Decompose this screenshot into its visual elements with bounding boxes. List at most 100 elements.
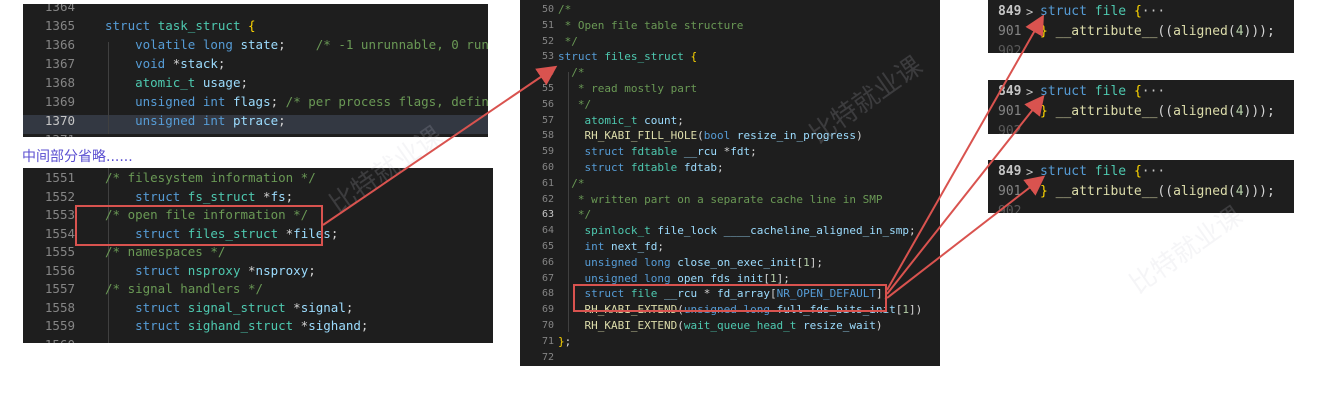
line-number: 849 bbox=[998, 164, 1022, 179]
code-token: sighand_struct bbox=[187, 318, 294, 333]
highlight-box-fd-array bbox=[573, 284, 887, 312]
code-token: /* per process flags, defined bbox=[285, 94, 488, 109]
fold-chevron-icon[interactable]: > bbox=[1026, 82, 1033, 102]
code-token: struct bbox=[135, 299, 181, 315]
code-token: fdt bbox=[730, 145, 751, 159]
fold-chevron-icon[interactable]: > bbox=[1026, 162, 1033, 182]
code-line: 1552 struct fs_struct *fs; bbox=[23, 188, 493, 206]
code-token: open_fds_init bbox=[677, 271, 764, 285]
code-line: 1365 struct task_struct { bbox=[23, 16, 488, 35]
line-number: 66 bbox=[541, 256, 554, 268]
code-token: (( bbox=[1157, 24, 1174, 39]
line-number: 1365 bbox=[44, 18, 75, 33]
code-token: unsigned bbox=[135, 94, 196, 109]
code-panel-struct-file-3: 849 struct file {··· >901} __attribute__((… bbox=[988, 160, 1294, 213]
code-token: /* signal handlers */ bbox=[105, 281, 264, 296]
code-token: __attribute__ bbox=[1055, 24, 1158, 39]
code-token: ; bbox=[750, 145, 757, 159]
code-token: * Open file table structure bbox=[558, 18, 744, 32]
code-token: resize_wait bbox=[803, 319, 876, 332]
code-token: file bbox=[1094, 4, 1127, 19]
line-number: 68 bbox=[541, 288, 554, 300]
line-number: 54 bbox=[541, 67, 554, 79]
code-text: spinlock_t file_lock ____cacheline_align… bbox=[558, 223, 916, 239]
code-token: ··· bbox=[1141, 4, 1166, 19]
code-line: 902 bbox=[988, 202, 1294, 213]
line-number: 849 bbox=[998, 4, 1022, 19]
code-token: * read mostly part bbox=[558, 82, 698, 95]
code-token: aligned bbox=[1173, 24, 1228, 39]
code-token: task_struct bbox=[157, 18, 241, 33]
code-line: 901} __attribute__((aligned(4))); bbox=[988, 182, 1294, 202]
line-number: 1559 bbox=[44, 318, 75, 333]
code-token: /* namespaces */ bbox=[105, 244, 226, 259]
code-line: 902 bbox=[988, 42, 1294, 53]
code-line: 901} __attribute__((aligned(4))); bbox=[988, 22, 1294, 42]
code-token: struct bbox=[105, 18, 151, 33]
code-text: struct fdtable __rcu *fdt; bbox=[558, 144, 757, 160]
line-number: 67 bbox=[541, 272, 554, 284]
code-token: /* bbox=[558, 176, 585, 190]
line-number: 1368 bbox=[44, 75, 75, 90]
code-token: { bbox=[1133, 84, 1142, 99]
code-token: ; bbox=[240, 75, 249, 90]
code-text: }; bbox=[558, 334, 571, 350]
code-text: atomic_t count; bbox=[558, 113, 684, 129]
code-token: ptrace bbox=[232, 113, 279, 128]
code-token: 4 bbox=[1235, 24, 1244, 39]
line-number: 1554 bbox=[44, 225, 75, 241]
line-number: 902 bbox=[998, 204, 1022, 213]
code-text: /* bbox=[558, 2, 571, 18]
code-panel-struct-file-2: 849 struct file {··· >901} __attribute__((… bbox=[988, 80, 1294, 134]
code-token: struct bbox=[1040, 164, 1087, 179]
code-line: 1560 bbox=[23, 336, 493, 344]
fold-chevron-icon[interactable]: > bbox=[1026, 2, 1033, 22]
code-token: RH_KABI_EXTEND bbox=[584, 319, 678, 332]
code-token: fdtable bbox=[630, 145, 678, 159]
code-token: ··· bbox=[1141, 84, 1166, 99]
line-number: 1371 bbox=[23, 130, 75, 137]
line-number: 57 bbox=[541, 114, 554, 126]
code-token: struct bbox=[135, 188, 181, 204]
code-text: volatile long state; /* -1 unrunnable, 0… bbox=[105, 35, 488, 54]
code-text: struct file {··· bbox=[1040, 82, 1165, 102]
code-token: */ bbox=[558, 208, 592, 222]
code-text: /* filesystem information */ bbox=[105, 169, 316, 187]
line-number: 64 bbox=[541, 225, 554, 237]
code-token: { bbox=[248, 18, 256, 33]
line-number: 52 bbox=[541, 35, 554, 47]
code-token: ]; bbox=[809, 255, 823, 269]
code-token: __rcu bbox=[683, 145, 717, 159]
code-token: struct bbox=[135, 318, 181, 333]
code-token: ; bbox=[285, 188, 294, 204]
line-number: 62 bbox=[541, 193, 554, 205]
line-number: 1552 bbox=[44, 188, 75, 204]
code-token: ; bbox=[330, 225, 339, 241]
code-token: { bbox=[690, 50, 698, 64]
code-line: 50 /* bbox=[520, 2, 940, 18]
code-token: nsproxy bbox=[255, 262, 309, 278]
code-token: ]) bbox=[909, 303, 923, 317]
code-token: /* bbox=[558, 3, 572, 16]
code-token: close_on_exec_init bbox=[677, 255, 797, 269]
code-token: atomic_t bbox=[584, 113, 638, 127]
code-token: /* filesystem information */ bbox=[105, 170, 316, 185]
line-number: 1555 bbox=[44, 244, 75, 259]
code-token: usage bbox=[202, 75, 241, 90]
line-number: 1370 bbox=[44, 113, 75, 128]
code-token: long bbox=[202, 37, 233, 52]
code-token: } bbox=[1040, 104, 1048, 119]
line-number: 53 bbox=[541, 51, 554, 63]
